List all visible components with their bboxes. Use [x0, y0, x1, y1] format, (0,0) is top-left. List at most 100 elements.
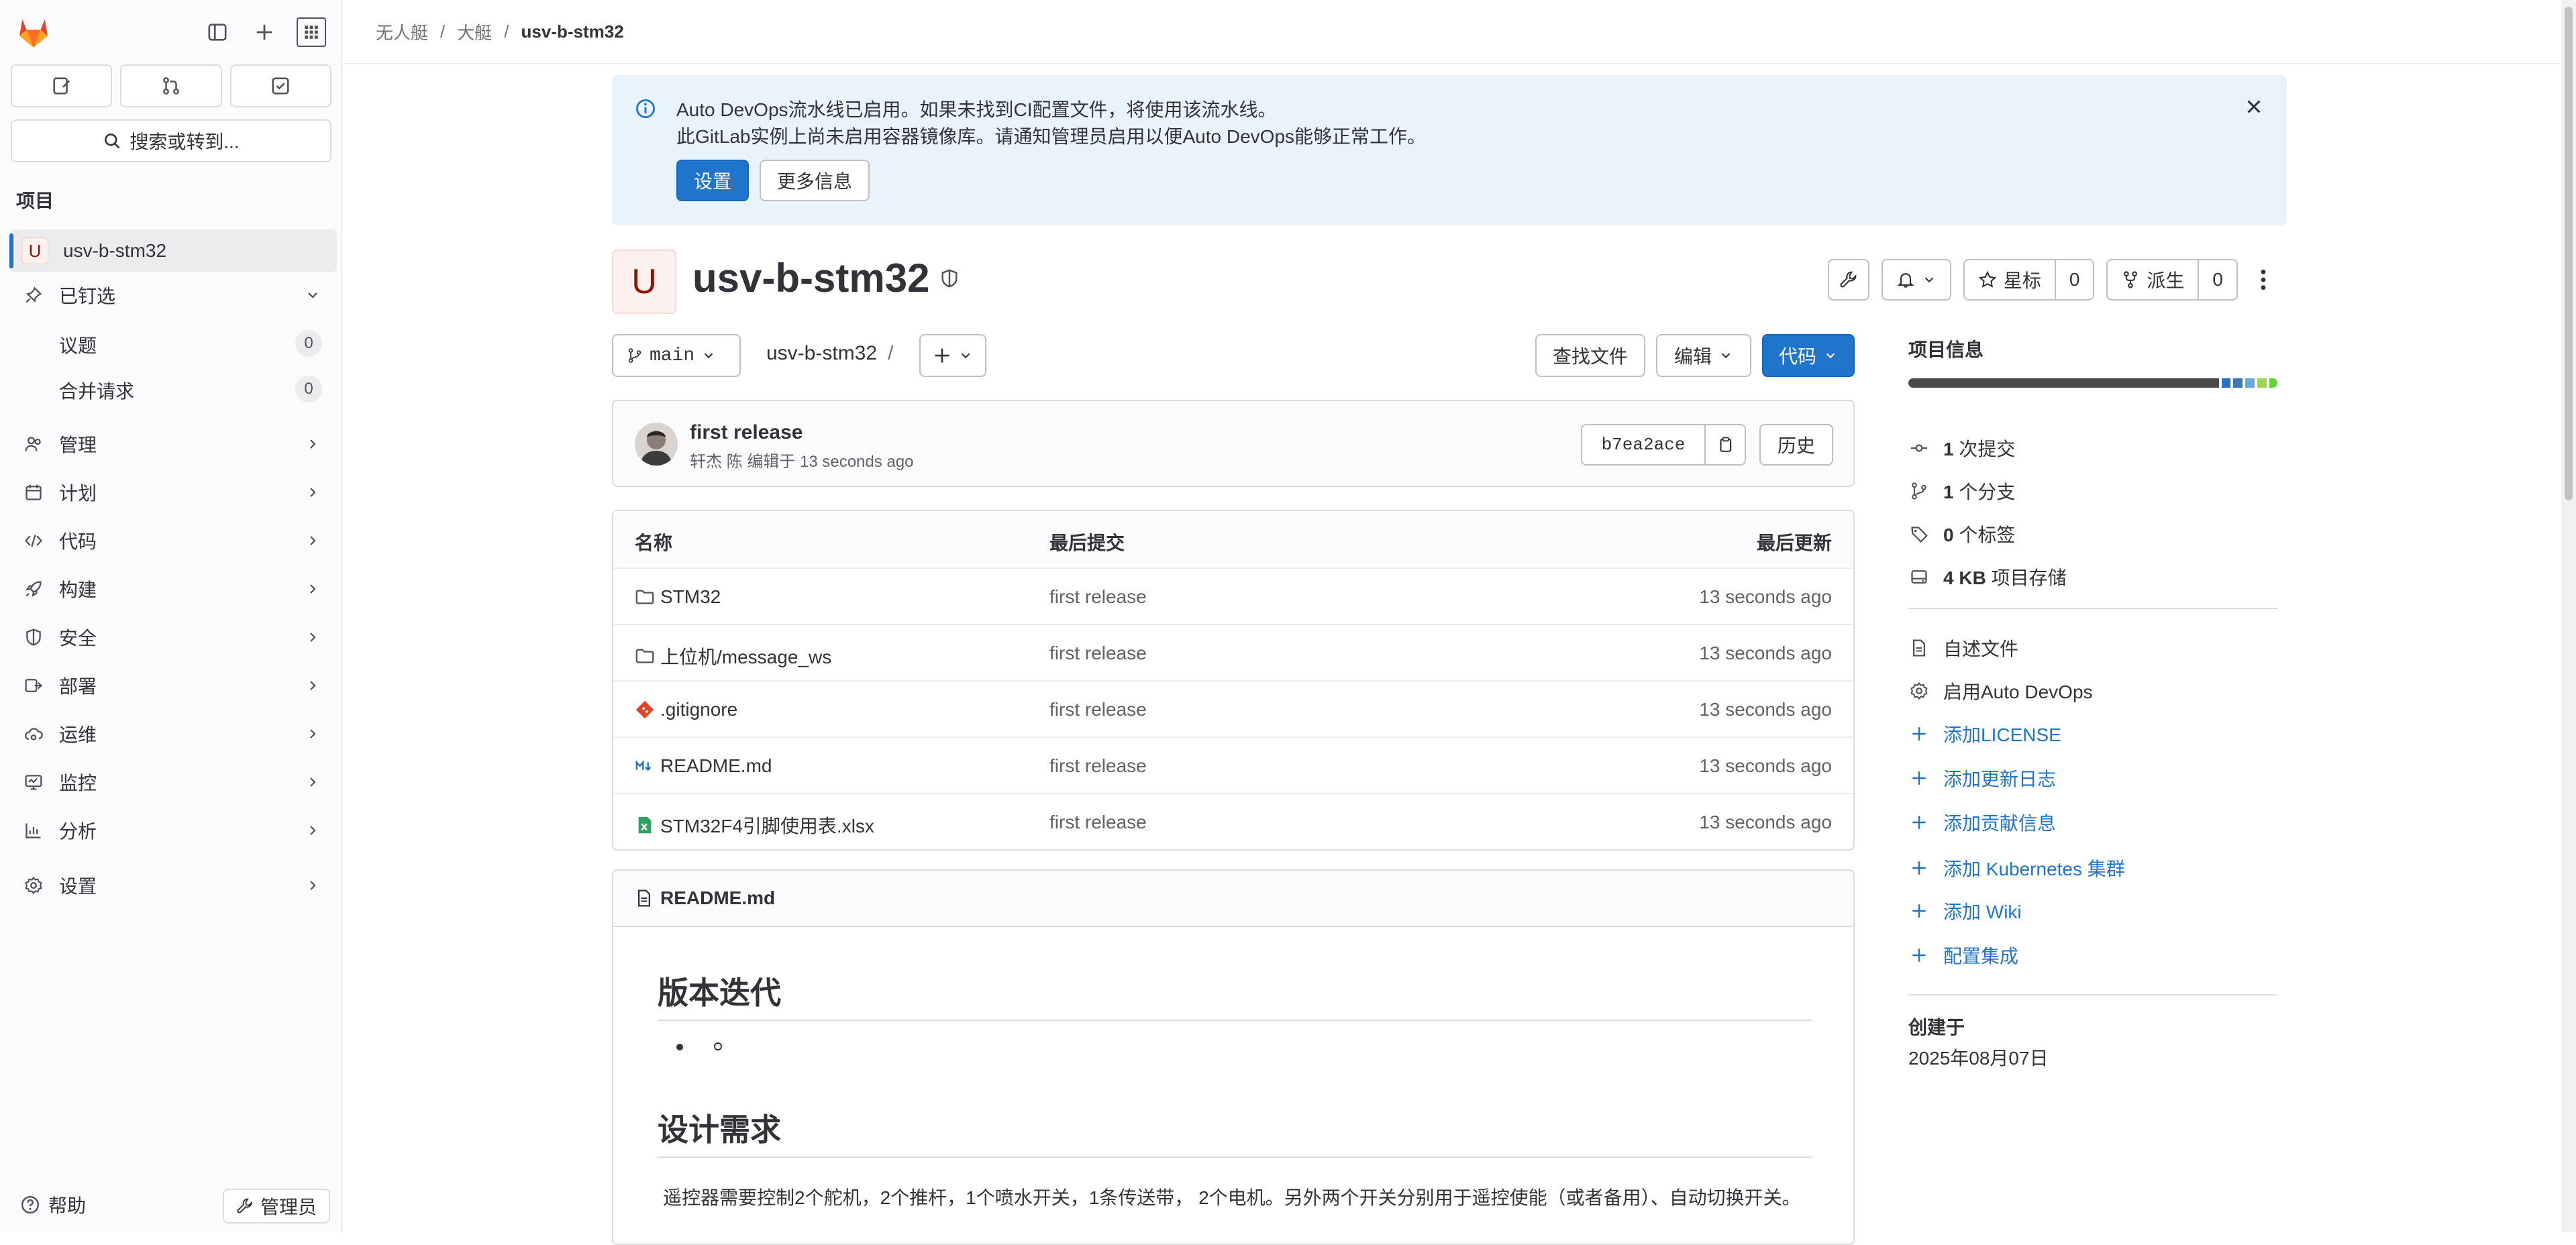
more-actions-icon[interactable] — [2250, 268, 2277, 291]
file-last-update: 13 seconds ago — [1699, 812, 1832, 832]
merge-requests-button[interactable] — [120, 64, 222, 107]
doc-icon — [637, 889, 651, 907]
file-name[interactable]: 上位机/message_ws — [660, 643, 831, 669]
sidebar-item-label: 部署 — [59, 676, 97, 697]
banner-settings-button[interactable]: 设置 — [676, 160, 749, 201]
plus-icon — [1908, 857, 1930, 879]
table-row[interactable]: STM32F4引脚使用表.xlsx first release 13 secon… — [613, 793, 1853, 849]
column-header-last-commit: 最后提交 — [1049, 533, 1125, 553]
add-changelog-link[interactable]: 添加更新日志 — [1908, 765, 2056, 792]
sidebar-item-deploy[interactable]: 部署 — [9, 664, 337, 707]
history-button[interactable]: 历史 — [1759, 424, 1833, 466]
sidebar-item-code[interactable]: 代码 — [9, 519, 337, 562]
link-label: 自述文件 — [1943, 639, 2019, 659]
file-last-commit[interactable]: first release — [1049, 586, 1147, 608]
wrench-icon — [1840, 271, 1857, 288]
chevron-right-icon — [305, 484, 321, 500]
add-kubernetes-link[interactable]: 添加 Kubernetes 集群 — [1908, 855, 2125, 881]
sidebar-toggle-icon[interactable] — [203, 17, 232, 47]
sidebar-item-label: 监控 — [59, 773, 97, 794]
fork-label: 派生 — [2147, 270, 2185, 291]
chevron-right-icon — [305, 629, 321, 645]
sidebar-item-build[interactable]: 构建 — [9, 567, 337, 610]
breadcrumb-item[interactable]: 大艇 — [457, 19, 492, 44]
create-new-icon[interactable] — [250, 17, 279, 47]
file-name[interactable]: README.md — [660, 755, 772, 777]
breadcrumb-current[interactable]: usv-b-stm32 — [521, 21, 624, 42]
sidebar-item-settings[interactable]: 设置 — [9, 864, 337, 907]
project-header-actions: 星标 0 派生 0 — [1827, 259, 2277, 301]
admin-wrench-button[interactable] — [1827, 259, 1869, 301]
sidebar-item-secure[interactable]: 安全 — [9, 616, 337, 659]
add-license-link[interactable]: 添加LICENSE — [1908, 720, 2061, 747]
star-count[interactable]: 0 — [2054, 260, 2094, 299]
chevron-right-icon — [305, 822, 321, 838]
table-row[interactable]: README.md first release 13 seconds ago — [613, 737, 1853, 793]
sidebar-item-plan[interactable]: 计划 — [9, 471, 337, 514]
scrollbar-thumb[interactable] — [2565, 7, 2573, 500]
sidebar-project-item[interactable]: U usv-b-stm32 — [9, 229, 337, 272]
sidebar-item-operate[interactable]: 运维 — [9, 712, 337, 755]
file-last-commit[interactable]: first release — [1049, 812, 1147, 833]
copy-sha-button[interactable] — [1704, 424, 1746, 466]
help-button[interactable]: 帮助 — [20, 1191, 86, 1218]
file-last-commit[interactable]: first release — [1049, 643, 1147, 664]
fork-button[interactable]: 派生 0 — [2106, 259, 2238, 301]
todo-button[interactable] — [229, 64, 331, 107]
sidebar-item-analyze[interactable]: 分析 — [9, 809, 337, 852]
file-last-commit[interactable]: first release — [1049, 699, 1147, 720]
commit-meta: 轩杰 陈 编辑于 13 seconds ago — [690, 453, 914, 471]
repo-path-root[interactable]: usv-b-stm32 — [766, 342, 877, 364]
stat-branches[interactable]: 1 个分支 — [1908, 478, 2015, 504]
banner-more-info-button[interactable]: 更多信息 — [760, 160, 870, 201]
sidebar-item-monitor[interactable]: 监控 — [9, 761, 337, 804]
language-bar[interactable] — [1908, 378, 2277, 388]
readme-link[interactable]: 自述文件 — [1908, 635, 2018, 661]
search-button[interactable]: 搜索或转到... — [11, 119, 331, 162]
file-last-commit[interactable]: first release — [1049, 755, 1147, 777]
star-button[interactable]: 星标 0 — [1963, 259, 2095, 301]
fork-icon — [2124, 271, 2138, 288]
notification-button[interactable] — [1881, 259, 1951, 301]
monitor-icon — [21, 770, 46, 794]
table-row[interactable]: .gitignore first release 13 seconds ago — [613, 680, 1853, 737]
add-wiki-link[interactable]: 添加 Wiki — [1908, 898, 2022, 924]
code-button[interactable]: 代码 — [1762, 334, 1855, 377]
commit-sha[interactable]: b7ea2ace — [1581, 424, 1704, 466]
branch-selector[interactable]: main — [612, 334, 741, 377]
add-contributing-link[interactable]: 添加贡献信息 — [1908, 809, 2056, 836]
sidebar-item-pinned[interactable]: 已钉选 — [9, 274, 337, 317]
table-row[interactable]: STM32 first release 13 seconds ago — [613, 567, 1853, 624]
file-name[interactable]: STM32F4引脚使用表.xlsx — [660, 812, 874, 838]
grid-icon[interactable] — [297, 17, 326, 47]
divider — [1908, 994, 2277, 995]
enable-auto-devops-link[interactable]: 启用Auto DevOps — [1908, 678, 2093, 704]
gitlab-logo[interactable] — [15, 13, 52, 51]
stat-tags[interactable]: 0 个标签 — [1908, 521, 2015, 547]
visibility-shield-icon[interactable] — [939, 268, 960, 288]
commit-message[interactable]: first release — [690, 421, 803, 444]
divider — [1908, 608, 2277, 609]
admin-button[interactable]: 管理员 — [223, 1189, 331, 1224]
close-icon[interactable] — [2244, 97, 2264, 117]
sidebar-item-manage[interactable]: 管理 — [9, 423, 337, 466]
readme-filename[interactable]: README.md — [660, 887, 775, 909]
avatar[interactable] — [635, 423, 678, 466]
find-file-button[interactable]: 查找文件 — [1535, 334, 1645, 377]
edit-button[interactable]: 编辑 — [1656, 334, 1751, 377]
add-to-tree-button[interactable] — [919, 334, 986, 377]
issues-button[interactable] — [11, 64, 113, 107]
file-name[interactable]: .gitignore — [660, 699, 737, 720]
link-label: 添加 Wiki — [1943, 902, 2022, 922]
stat-storage[interactable]: 4 KB 项目存储 — [1908, 563, 2067, 590]
settings-icon — [21, 873, 46, 898]
stat-commits[interactable]: 1 次提交 — [1908, 435, 2015, 462]
table-row[interactable]: 上位机/message_ws first release 13 seconds … — [613, 624, 1853, 680]
breadcrumb-item[interactable]: 无人艇 — [376, 19, 428, 44]
fork-count[interactable]: 0 — [2198, 260, 2236, 299]
readme-heading: 设计需求 — [658, 1105, 1812, 1158]
file-last-update: 13 seconds ago — [1699, 699, 1832, 720]
page-scrollbar[interactable] — [2561, 0, 2576, 1232]
file-name[interactable]: STM32 — [660, 586, 721, 608]
configure-integrations-link[interactable]: 配置集成 — [1908, 942, 2018, 969]
